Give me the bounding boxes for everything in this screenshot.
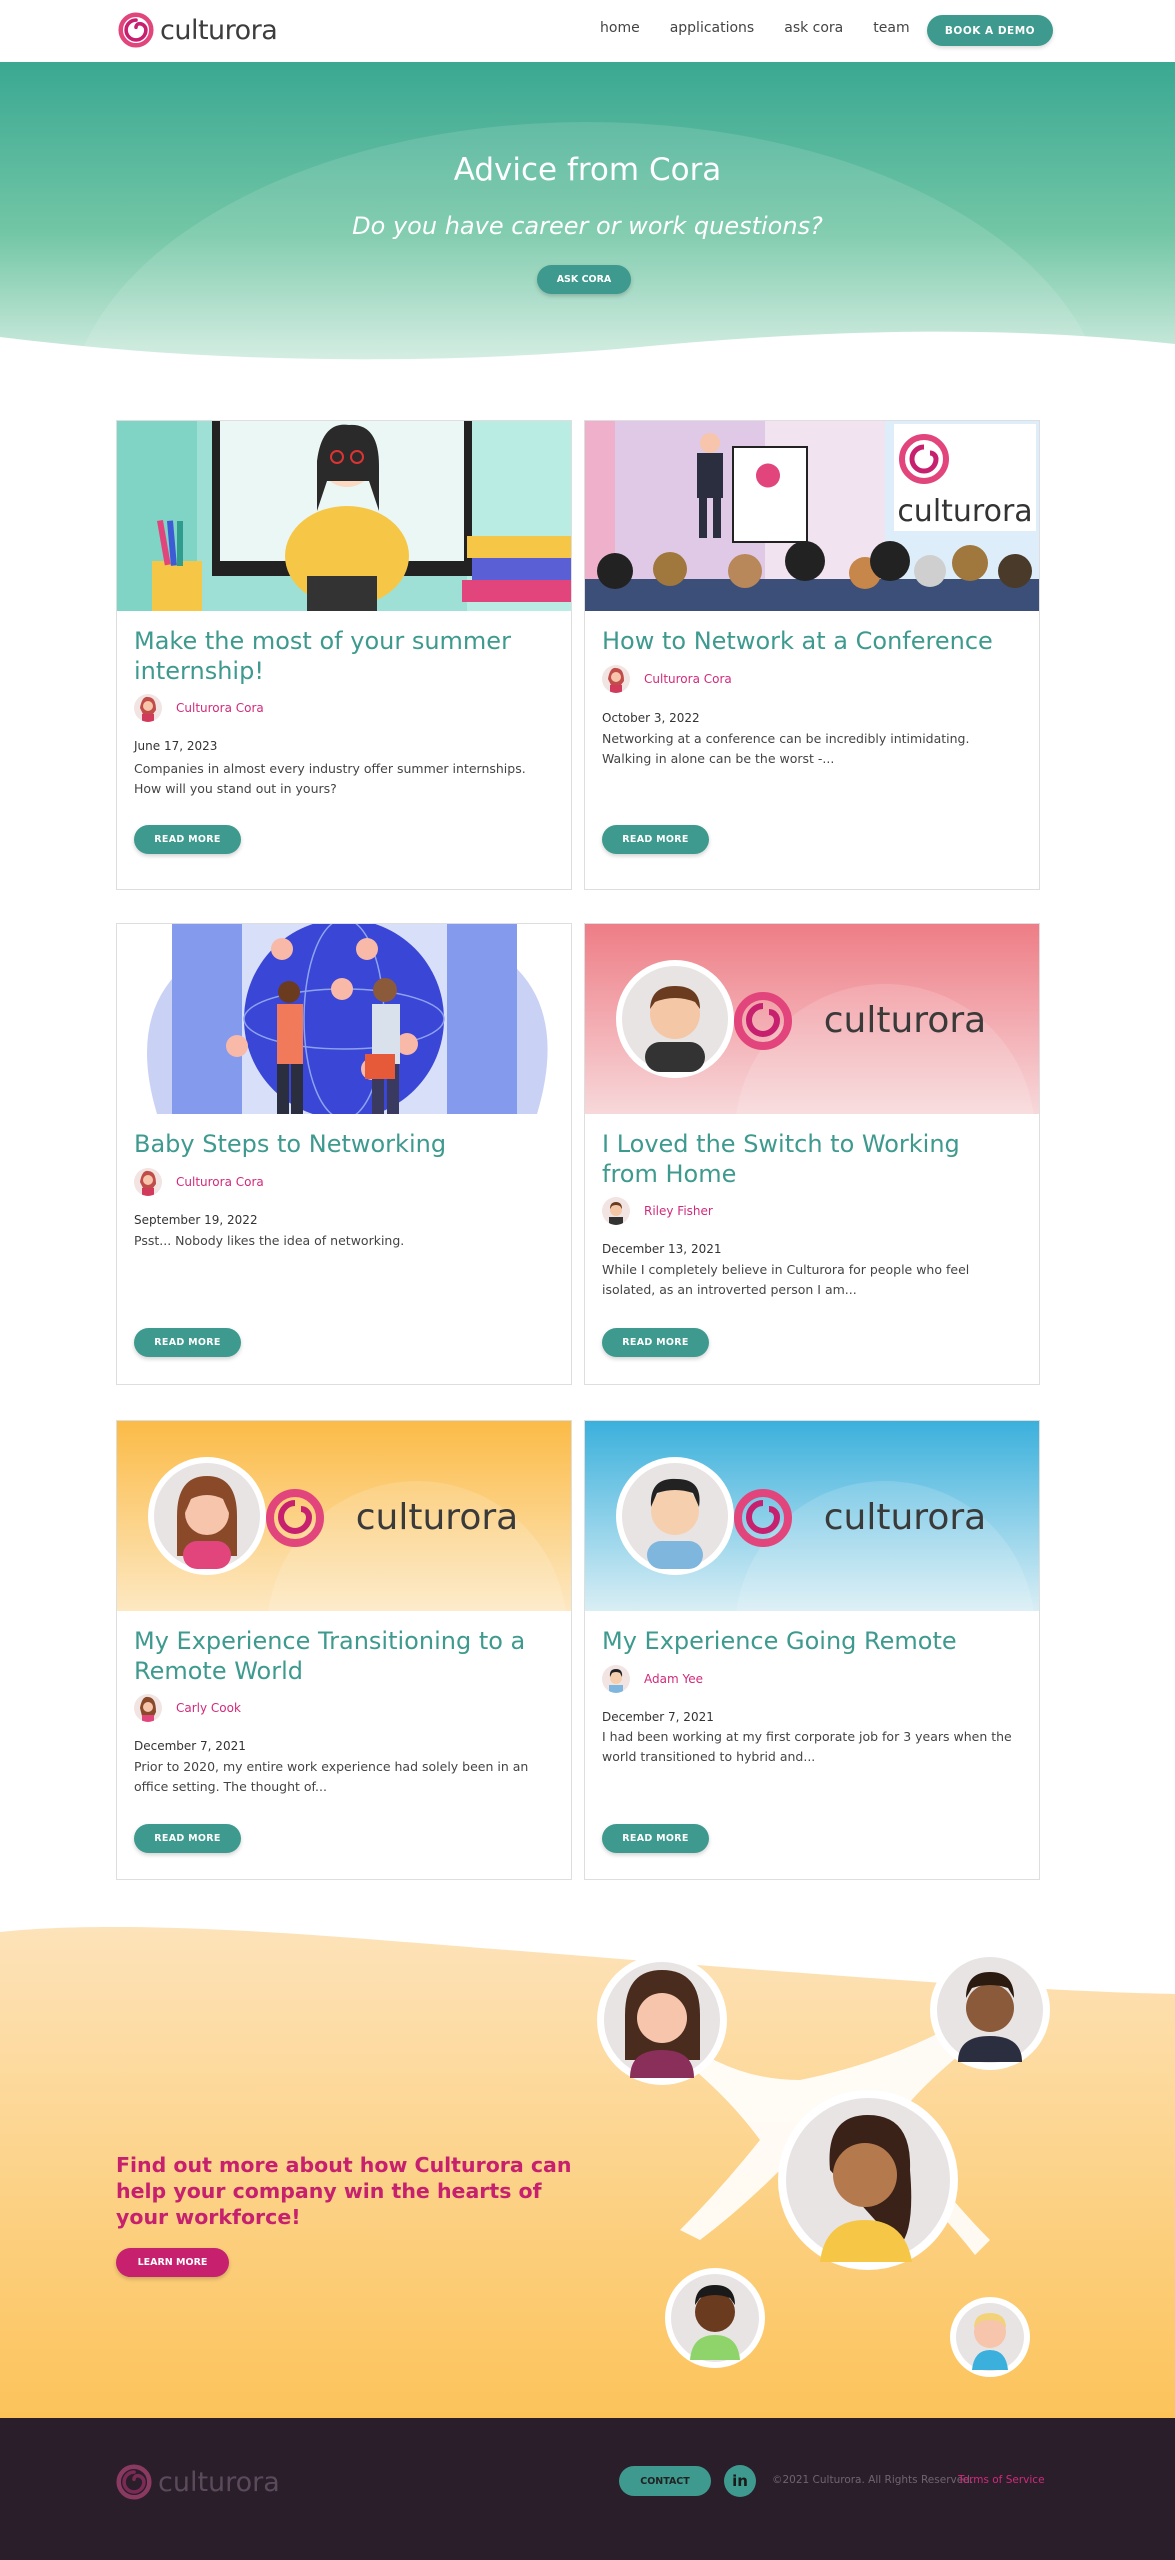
top-nav: culturora home applications ask cora tea… bbox=[0, 0, 1175, 62]
author-avatar bbox=[602, 1665, 630, 1693]
brand-name: culturora bbox=[160, 14, 278, 46]
read-more-button[interactable]: READ MORE bbox=[134, 1328, 241, 1357]
card-image-conference[interactable]: culturora bbox=[585, 421, 1039, 611]
cta-heading: Find out more about how Culturora can he… bbox=[116, 2153, 572, 2229]
card-author[interactable]: Culturora Cora bbox=[134, 1168, 264, 1196]
nav-link-team[interactable]: team bbox=[873, 20, 909, 36]
nav-link-home[interactable]: home bbox=[600, 20, 640, 36]
footer-brand-name: culturora bbox=[158, 2466, 280, 2498]
card-date: December 7, 2021 bbox=[134, 1739, 246, 1753]
terms-of-service-link[interactable]: Terms of Service bbox=[958, 2474, 1045, 2486]
card-date: October 3, 2022 bbox=[602, 711, 700, 725]
read-more-button[interactable]: READ MORE bbox=[134, 1824, 241, 1853]
article-card[interactable]: culturora My Experience Transitioning to… bbox=[116, 1420, 572, 1880]
card-excerpt: Psst... Nobody likes the idea of network… bbox=[134, 1233, 405, 1248]
article-card[interactable]: Make the most of your summer internship!… bbox=[116, 420, 572, 890]
brand-logo[interactable]: culturora bbox=[118, 9, 278, 51]
logo-swirl-icon bbox=[118, 12, 154, 48]
image-logo-text: culturora bbox=[824, 1000, 986, 1041]
cta-section: Find out more about how Culturora can he… bbox=[0, 1910, 1175, 2418]
author-name: Carly Cook bbox=[176, 1701, 241, 1715]
article-card[interactable]: culturora I Loved the Switch to Working … bbox=[584, 923, 1040, 1385]
author-avatar bbox=[134, 694, 162, 722]
hero-subtitle: Do you have career or work questions? bbox=[352, 212, 823, 240]
card-excerpt: Prior to 2020, my entire work experience… bbox=[134, 1759, 529, 1794]
card-image-adam[interactable]: culturora bbox=[585, 1421, 1039, 1611]
footer-logo[interactable]: culturora bbox=[116, 2464, 280, 2500]
card-excerpt: I had been working at my first corporate… bbox=[602, 1729, 1012, 1764]
card-image-video-call[interactable] bbox=[117, 421, 571, 611]
card-excerpt: Companies in almost every industry offer… bbox=[134, 761, 526, 796]
nav-links: home applications ask cora team bbox=[600, 20, 940, 36]
article-card[interactable]: culturora My Experience Going Remote Ada… bbox=[584, 1420, 1040, 1880]
learn-more-button[interactable]: LEARN MORE bbox=[116, 2248, 229, 2277]
read-more-button[interactable]: READ MORE bbox=[602, 1824, 709, 1853]
author-name: Culturora Cora bbox=[176, 1175, 264, 1189]
card-author[interactable]: Culturora Cora bbox=[602, 665, 732, 693]
card-title[interactable]: Make the most of your summer internship! bbox=[134, 626, 554, 686]
card-author[interactable]: Culturora Cora bbox=[134, 694, 264, 722]
article-card[interactable]: culturora How to Network at a Conference… bbox=[584, 420, 1040, 890]
card-image-networking-globe[interactable] bbox=[117, 924, 571, 1114]
contact-button[interactable]: CONTACT bbox=[619, 2466, 711, 2496]
card-author[interactable]: Carly Cook bbox=[134, 1694, 241, 1722]
card-image-carly[interactable]: culturora bbox=[117, 1421, 571, 1611]
copyright-text: ©2021 Culturora. All Rights Reserved. bbox=[772, 2474, 974, 2486]
card-title[interactable]: My Experience Transitioning to a Remote … bbox=[134, 1626, 554, 1686]
author-avatar bbox=[134, 1168, 162, 1196]
hero-banner: Advice from Cora Do you have career or w… bbox=[0, 62, 1175, 372]
read-more-button[interactable]: READ MORE bbox=[602, 1328, 709, 1357]
image-logo-text: culturora bbox=[824, 1497, 986, 1538]
card-excerpt: Networking at a conference can be incred… bbox=[602, 731, 970, 766]
nav-link-ask-cora[interactable]: ask cora bbox=[784, 20, 843, 36]
read-more-button[interactable]: READ MORE bbox=[602, 825, 709, 854]
hero-title: Advice from Cora bbox=[453, 152, 722, 188]
author-avatar bbox=[134, 1694, 162, 1722]
card-date: December 7, 2021 bbox=[602, 1710, 714, 1724]
logo-swirl-icon bbox=[116, 2464, 152, 2500]
card-excerpt: While I completely believe in Culturora … bbox=[602, 1262, 970, 1297]
book-demo-button[interactable]: BOOK A DEMO bbox=[927, 15, 1053, 46]
author-name: Culturora Cora bbox=[644, 672, 732, 686]
card-date: December 13, 2021 bbox=[602, 1242, 722, 1256]
card-title[interactable]: I Loved the Switch to Working from Home bbox=[602, 1129, 1022, 1189]
author-name: Culturora Cora bbox=[176, 701, 264, 715]
nav-link-applications[interactable]: applications bbox=[670, 20, 755, 36]
author-name: Adam Yee bbox=[644, 1672, 703, 1686]
author-avatar bbox=[602, 665, 630, 693]
read-more-button[interactable]: READ MORE bbox=[134, 825, 241, 854]
author-avatar bbox=[602, 1197, 630, 1225]
article-card[interactable]: Baby Steps to Networking Culturora Cora … bbox=[116, 923, 572, 1385]
card-author[interactable]: Adam Yee bbox=[602, 1665, 703, 1693]
card-author[interactable]: Riley Fisher bbox=[602, 1197, 713, 1225]
footer: culturora CONTACT in ©2021 Culturora. Al… bbox=[0, 2418, 1175, 2560]
author-name: Riley Fisher bbox=[644, 1204, 713, 1218]
card-image-riley[interactable]: culturora bbox=[585, 924, 1039, 1114]
ask-cora-button[interactable]: ASK CORA bbox=[537, 265, 631, 294]
card-date: September 19, 2022 bbox=[134, 1213, 258, 1227]
card-title[interactable]: My Experience Going Remote bbox=[602, 1626, 1022, 1656]
image-logo-text: culturora bbox=[356, 1497, 518, 1538]
card-title[interactable]: Baby Steps to Networking bbox=[134, 1129, 554, 1159]
linkedin-icon[interactable]: in bbox=[724, 2465, 756, 2497]
card-date: June 17, 2023 bbox=[134, 739, 218, 753]
card-title[interactable]: How to Network at a Conference bbox=[602, 626, 1022, 656]
image-logo-text: culturora bbox=[897, 494, 1032, 529]
